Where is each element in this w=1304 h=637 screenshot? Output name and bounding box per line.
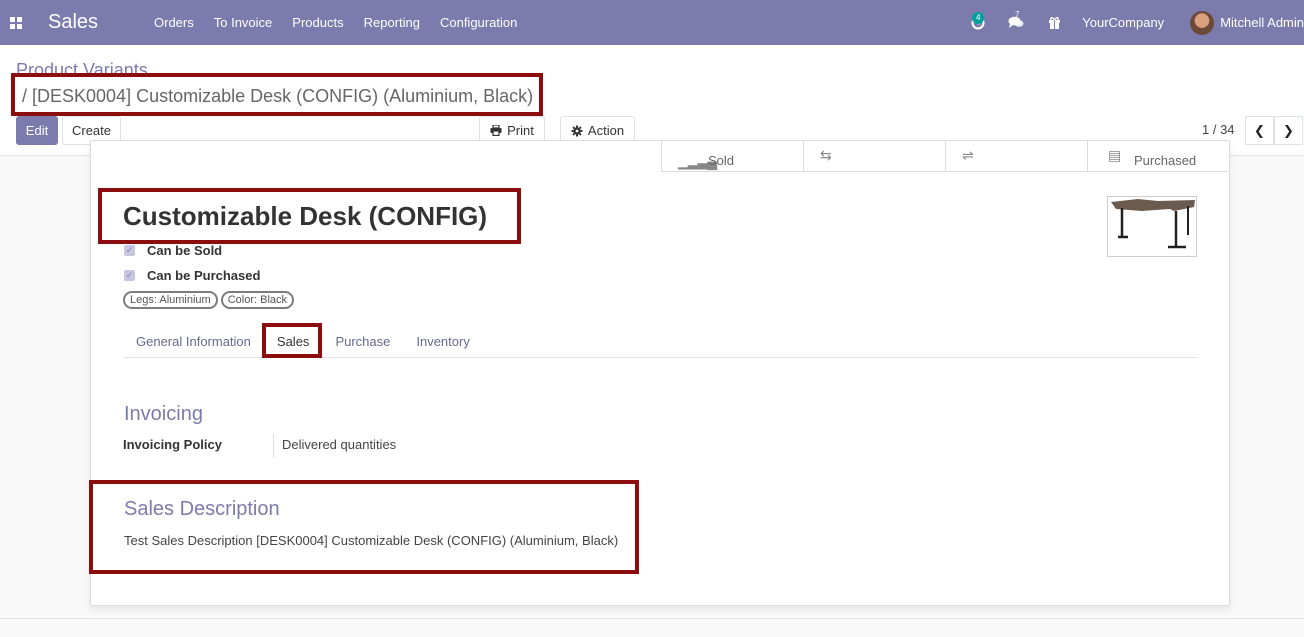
systray: 4 7 YourCompany Mitchell Admin bbox=[960, 0, 1304, 45]
tab-purchase[interactable]: Purchase bbox=[322, 325, 403, 357]
tag-color: Color: Black bbox=[220, 291, 295, 309]
menu-item-products[interactable]: Products bbox=[282, 0, 353, 45]
desk-picture bbox=[1111, 199, 1195, 249]
smart-button-sold[interactable]: ▁▂▃▄ Sold bbox=[661, 141, 803, 171]
tab-general-information[interactable]: General Information bbox=[123, 325, 264, 357]
app-menu-icon[interactable] bbox=[0, 0, 32, 45]
attribute-tags: Legs: Aluminium Color: Black bbox=[123, 291, 295, 309]
cart-icon: ▤ bbox=[1108, 147, 1121, 163]
sales-description-text[interactable]: Test Sales Description [DESK0004] Custom… bbox=[124, 533, 618, 548]
user-menu[interactable]: Mitchell Admin bbox=[1174, 0, 1304, 45]
exchange-icon: ⇆ bbox=[820, 147, 832, 163]
edit-button[interactable]: Edit bbox=[16, 116, 58, 145]
pager-value[interactable]: 1 / 34 bbox=[1202, 122, 1235, 137]
messaging-menu[interactable]: 7 bbox=[996, 0, 1036, 45]
invoicing-policy-label: Invoicing Policy bbox=[123, 437, 222, 452]
smart-button-box: ▁▂▃▄ Sold ⇆ ⇌ ▤ Purchased bbox=[661, 141, 1229, 172]
invoicing-policy-value[interactable]: Delivered quantities bbox=[282, 437, 396, 452]
menu-item-to-invoice[interactable]: To Invoice bbox=[204, 0, 283, 45]
menu-item-configuration[interactable]: Configuration bbox=[430, 0, 527, 45]
tag-legs: Legs: Aluminium bbox=[123, 291, 218, 309]
menu-item-orders[interactable]: Orders bbox=[144, 0, 204, 45]
gift-icon bbox=[1048, 17, 1060, 29]
smart-button-purchased-label: Purchased bbox=[1134, 153, 1197, 168]
pager-next-button[interactable]: ❯ bbox=[1274, 116, 1303, 145]
main-menu: Orders To Invoice Products Reporting Con… bbox=[144, 0, 527, 45]
gear-icon bbox=[571, 125, 583, 136]
create-button-label: Create bbox=[71, 123, 112, 138]
smart-button-purchased[interactable]: ▤ Purchased bbox=[1087, 141, 1229, 171]
menu-item-reporting[interactable]: Reporting bbox=[354, 0, 430, 45]
field-separator bbox=[273, 434, 274, 458]
can-be-sold-label: Can be Sold bbox=[147, 243, 223, 258]
can-be-purchased-checkbox[interactable]: ✓ bbox=[124, 270, 135, 281]
page-bottom-divider bbox=[0, 618, 1304, 619]
chevron-right-icon: ❯ bbox=[1283, 122, 1294, 138]
print-button-label: Print bbox=[507, 123, 534, 138]
activity-menu[interactable]: 4 bbox=[960, 0, 996, 45]
avatar bbox=[1190, 10, 1215, 35]
user-name: Mitchell Admin bbox=[1220, 15, 1304, 30]
notebook-tabs: General Information Sales Purchase Inven… bbox=[123, 325, 1198, 358]
highlight-sales-description bbox=[89, 480, 639, 574]
breadcrumb-current: / [DESK0004] Customizable Desk (CONFIG) … bbox=[22, 86, 534, 106]
can-be-sold-field: ✓ Can be Sold bbox=[124, 243, 222, 258]
print-icon bbox=[490, 125, 502, 136]
smart-button-sold-label: Sold bbox=[708, 153, 735, 168]
can-be-purchased-label: Can be Purchased bbox=[147, 268, 261, 283]
top-navbar: Sales Orders To Invoice Products Reporti… bbox=[0, 0, 1304, 45]
breadcrumb-parent[interactable]: Product Variants bbox=[16, 60, 148, 81]
sales-description-title: Sales Description bbox=[124, 498, 280, 520]
tab-inventory[interactable]: Inventory bbox=[403, 325, 482, 357]
company-switcher[interactable]: YourCompany bbox=[1072, 0, 1174, 45]
invoicing-section-title: Invoicing bbox=[124, 403, 203, 425]
smart-button-routes[interactable]: ⇌ bbox=[945, 141, 1087, 171]
smart-button-moves[interactable]: ⇆ bbox=[803, 141, 945, 171]
pager-previous-button[interactable]: ❮ bbox=[1245, 116, 1274, 145]
form-sheet: ▁▂▃▄ Sold ⇆ ⇌ ▤ Purchased Customizable D… bbox=[89, 140, 1230, 606]
can-be-purchased-field: ✓ Can be Purchased bbox=[124, 268, 260, 283]
product-name: Customizable Desk (CONFIG) bbox=[123, 201, 488, 231]
can-be-sold-checkbox[interactable]: ✓ bbox=[124, 245, 135, 256]
chevron-left-icon: ❮ bbox=[1254, 122, 1265, 138]
app-name[interactable]: Sales bbox=[48, 11, 144, 34]
action-button-label: Action bbox=[587, 123, 625, 138]
shuffle-icon: ⇌ bbox=[962, 147, 974, 163]
tab-sales[interactable]: Sales bbox=[264, 325, 323, 357]
company-name: YourCompany bbox=[1082, 15, 1165, 30]
gift-menu[interactable] bbox=[1036, 0, 1072, 45]
product-image[interactable] bbox=[1107, 196, 1197, 257]
